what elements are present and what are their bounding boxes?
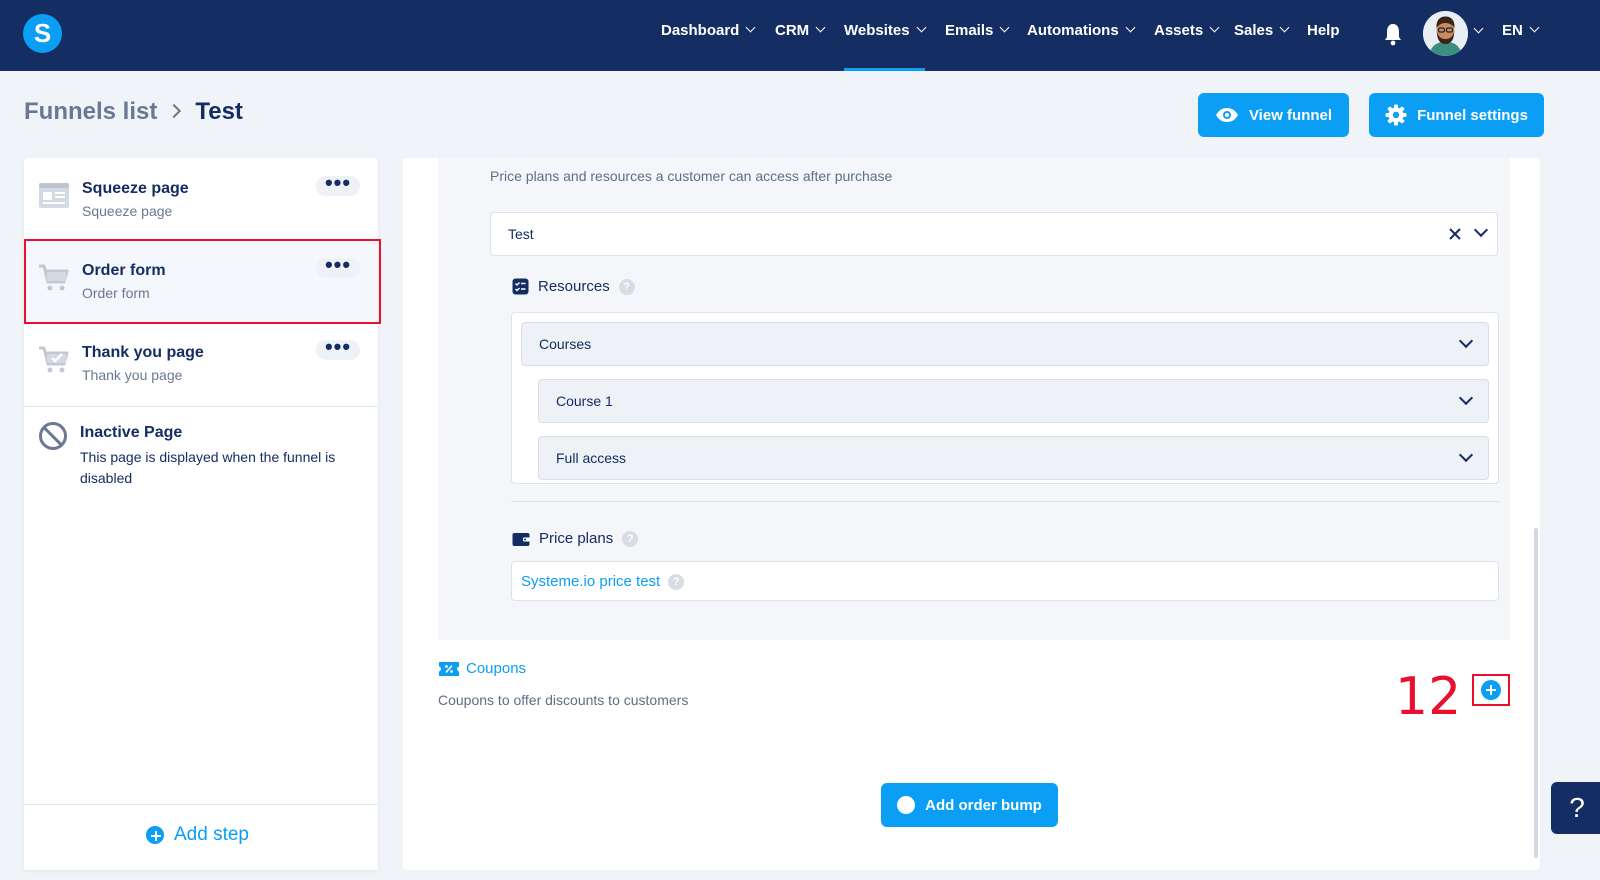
add-step-bar: Add step	[24, 804, 378, 870]
disabled-icon	[39, 422, 67, 450]
add-step-label: Add step	[174, 824, 249, 845]
scrollbar[interactable]	[1534, 528, 1538, 858]
inactive-page-description: This page is displayed when the funnel i…	[80, 449, 336, 486]
view-funnel-label: View funnel	[1248, 106, 1333, 124]
coupon-icon	[439, 661, 459, 676]
resource-type-value: Courses	[539, 336, 592, 352]
squeeze-page-icon	[39, 183, 69, 208]
help-tooltip-icon[interactable]: ?	[622, 530, 639, 547]
chevron-down-icon	[916, 22, 927, 33]
chevron-down-icon	[1125, 22, 1136, 33]
highlight-order-form	[24, 239, 381, 324]
breadcrumb-funnels-list[interactable]: Funnels list	[24, 98, 157, 125]
user-avatar[interactable]	[1423, 11, 1468, 56]
nav-websites[interactable]: Websites	[844, 0, 927, 71]
chevron-down-icon	[999, 22, 1010, 33]
price-plan-link[interactable]: Systeme.io price test ?	[521, 573, 685, 590]
course-value: Course 1	[556, 393, 613, 409]
annotation-label: 12	[1395, 667, 1462, 727]
step-options-button[interactable]: •••	[316, 336, 360, 360]
course-select[interactable]: Course 1	[538, 379, 1489, 423]
cart-check-icon	[39, 346, 69, 373]
price-plan-name: Systeme.io price test	[521, 573, 661, 590]
checklist-icon	[512, 278, 529, 295]
chevron-down-icon	[1279, 22, 1290, 33]
clear-icon[interactable]	[1448, 227, 1462, 241]
nav-emails[interactable]: Emails	[945, 0, 1010, 71]
nav-assets[interactable]: Assets	[1154, 0, 1220, 71]
step-subtitle: Thank you page	[82, 367, 183, 383]
step-options-button[interactable]: •••	[316, 172, 360, 196]
chevron-down-icon	[1458, 390, 1474, 406]
top-navigation: S Dashboard CRM Websites Emails Automati…	[0, 0, 1600, 71]
bell-icon[interactable]	[1383, 22, 1403, 46]
funnel-settings-button[interactable]: Funnel settings	[1369, 93, 1544, 137]
systeme-logo[interactable]: S	[23, 14, 62, 53]
breadcrumb: Funnels list Test	[24, 98, 243, 126]
add-coupon-button[interactable]	[1481, 680, 1501, 700]
plus-circle-icon	[897, 796, 916, 814]
access-description: Price plans and resources a customer can…	[490, 168, 893, 184]
inactive-page-title[interactable]: Inactive Page	[80, 424, 182, 442]
chevron-right-icon	[167, 103, 182, 119]
selected-value: Test	[508, 226, 534, 242]
section-divider	[511, 501, 1499, 502]
price-plans-label: Price plans	[539, 530, 614, 547]
gear-icon	[1385, 104, 1407, 126]
resource-type-select[interactable]: Courses	[521, 322, 1489, 366]
chevron-down-icon[interactable]	[1473, 23, 1484, 34]
step-subtitle: Squeeze page	[82, 203, 173, 219]
add-order-bump-button[interactable]: Add order bump	[881, 783, 1058, 827]
add-order-bump-label: Add order bump	[925, 796, 1042, 814]
view-funnel-button[interactable]: View funnel	[1198, 93, 1349, 137]
language-selector[interactable]: EN	[1502, 0, 1540, 71]
sidebar-divider	[24, 406, 378, 407]
product-access-section: Price plans and resources a customer can…	[438, 158, 1510, 640]
breadcrumb-current: Test	[195, 98, 243, 125]
chevron-down-icon	[1458, 333, 1474, 349]
step-title: Thank you page	[82, 344, 204, 361]
price-plans-field: Systeme.io price test ?	[511, 561, 1499, 601]
help-tooltip-icon[interactable]: ?	[618, 278, 635, 295]
funnel-settings-label: Funnel settings	[1417, 106, 1528, 124]
step-settings-panel: Price plans and resources a customer can…	[403, 158, 1540, 870]
step-title: Squeeze page	[82, 180, 189, 197]
help-chat-button[interactable]: ?	[1551, 782, 1600, 834]
eye-icon	[1215, 108, 1238, 122]
resources-label: Resources	[538, 278, 610, 295]
nav-dashboard[interactable]: Dashboard	[661, 0, 756, 71]
access-type-value: Full access	[556, 450, 627, 466]
chevron-down-icon	[815, 22, 826, 33]
nav-help[interactable]: Help	[1307, 0, 1340, 71]
plus-circle-icon	[146, 826, 164, 844]
add-step-button[interactable]: Add step	[146, 824, 249, 846]
access-type-select[interactable]: Full access	[538, 436, 1489, 480]
chevron-down-icon	[1209, 22, 1220, 33]
coupons-description: Coupons to offer discounts to customers	[438, 692, 689, 708]
step-thank-you-page[interactable]: Thank you page Thank you page •••	[24, 322, 378, 404]
help-tooltip-icon[interactable]: ?	[668, 573, 685, 590]
chevron-down-icon	[1529, 22, 1540, 33]
step-squeeze-page[interactable]: Squeeze page Squeeze page •••	[24, 158, 378, 240]
wallet-icon	[512, 532, 530, 546]
coupons-label: Coupons	[466, 660, 527, 677]
chevron-down-icon[interactable]	[1473, 222, 1489, 238]
chevron-down-icon	[1458, 447, 1474, 463]
nav-sales[interactable]: Sales	[1234, 0, 1290, 71]
nav-crm[interactable]: CRM	[775, 0, 826, 71]
price-plans-header: Price plans ?	[512, 530, 639, 547]
price-plan-select[interactable]: Test	[490, 212, 1498, 256]
resources-header: Resources ?	[512, 278, 635, 295]
chevron-down-icon	[745, 22, 756, 33]
resources-box: Courses Course 1 Full access	[511, 312, 1499, 484]
nav-automations[interactable]: Automations	[1027, 0, 1136, 71]
coupons-link[interactable]: Coupons	[438, 660, 526, 677]
